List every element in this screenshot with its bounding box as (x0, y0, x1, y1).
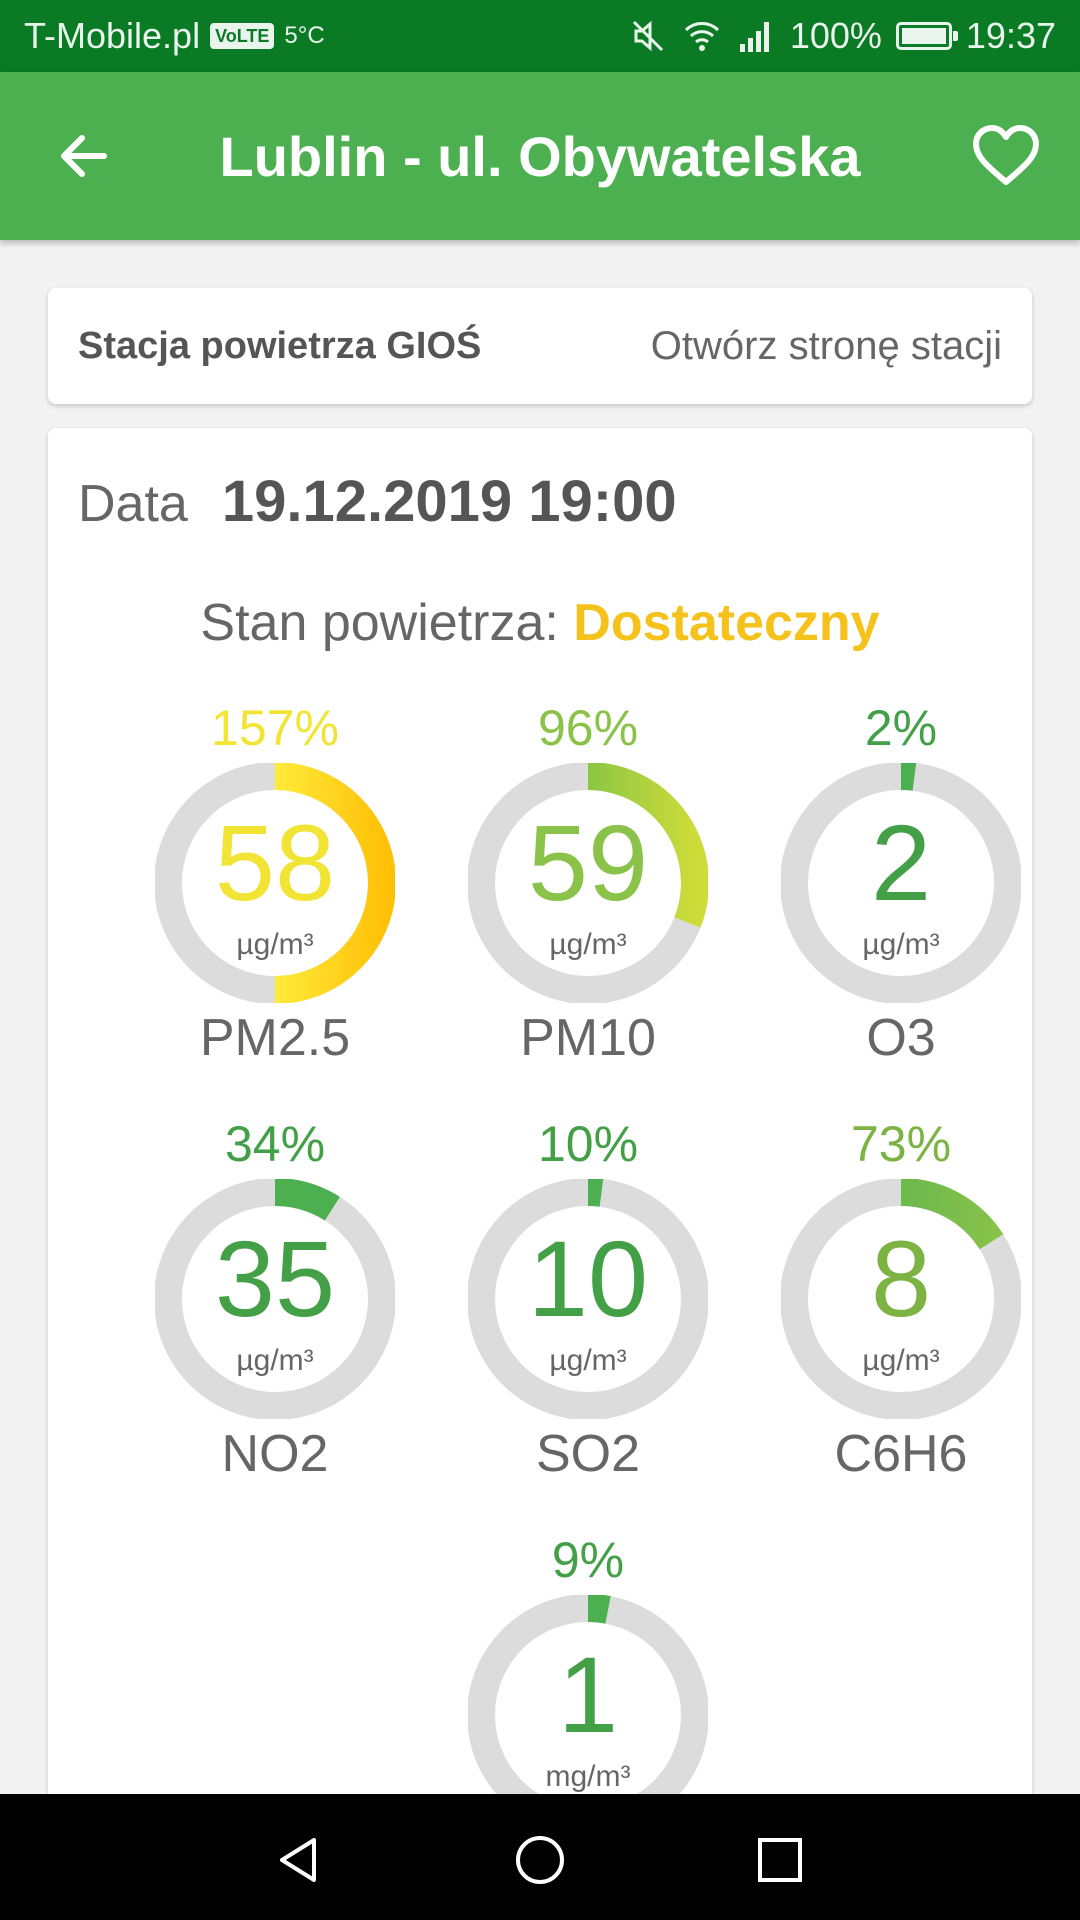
gauge-percent: 10% (537, 1116, 639, 1172)
battery-icon (895, 22, 958, 50)
triangle-back-icon[interactable] (270, 1832, 326, 1888)
gauge-unit: µg/m³ (862, 1344, 940, 1377)
wifi-icon (684, 22, 719, 51)
app-bar: Lublin - ul. Obywatelska (0, 72, 1080, 240)
square-recents-icon[interactable] (752, 1832, 808, 1888)
gauge-percent: 9% (551, 1532, 625, 1588)
gauge-unit: mg/m³ (545, 1760, 631, 1793)
gauge-value: 58 (214, 802, 336, 923)
gauge-label: C6H6 (834, 1425, 968, 1483)
gauge-percent: 73% (850, 1116, 952, 1172)
date-row: Data 19.12.2019 19:00 (78, 468, 677, 535)
gauge-percent: 34% (224, 1116, 326, 1172)
station-card: Stacja powietrza GIOŚ Otwórz stronę stac… (48, 288, 1032, 404)
signal-icon (739, 22, 769, 52)
measurements-card: Data 19.12.2019 19:00 Stan powietrza: Do… (48, 428, 1032, 1899)
gauge-percent: 2% (864, 700, 938, 756)
state-label: Stan powietrza: (200, 594, 574, 652)
arrow-left-icon[interactable] (52, 124, 116, 188)
circle-home-icon[interactable] (512, 1832, 568, 1888)
gauge-value: 59 (527, 802, 649, 923)
page-title: Lublin - ul. Obywatelska (219, 124, 861, 188)
gauge-value: 8 (870, 1218, 932, 1339)
gauge-so2: 10% 10 µg/m³ SO2 (458, 1114, 718, 1494)
gauge-unit: µg/m³ (236, 928, 314, 961)
gauge-unit: µg/m³ (236, 1344, 314, 1377)
gauge-label: NO2 (221, 1425, 329, 1483)
gauge-percent: 96% (537, 700, 639, 756)
gauge-pm10: 96% 59 µg/m³ PM10 (458, 698, 718, 1078)
mute-icon (632, 20, 663, 52)
gauge-o3: 2% 2 µg/m³ O3 (771, 698, 1031, 1078)
gauge-unit: µg/m³ (862, 928, 940, 961)
date-value: 19.12.2019 19:00 (221, 469, 677, 534)
gauge-value: 1 (557, 1634, 619, 1755)
gauge-percent: 157% (211, 700, 339, 756)
battery-percent: 100% (789, 15, 882, 56)
date-label: Data (78, 475, 188, 533)
gauge-label: PM10 (520, 1009, 656, 1067)
station-label: Stacja powietrza GIOŚ (78, 324, 482, 367)
gauge-value: 35 (214, 1218, 336, 1339)
gauge-no2: 34% 35 µg/m³ NO2 (145, 1114, 405, 1494)
gauge-label: PM2.5 (199, 1009, 351, 1067)
gauge-unit: µg/m³ (549, 1344, 627, 1377)
navigation-bar (0, 1794, 1080, 1920)
volte-badge: VoLTE (210, 23, 275, 49)
gauge-unit: µg/m³ (549, 928, 627, 961)
temperature: 5°C (284, 22, 325, 49)
state-value: Dostateczny (573, 594, 880, 652)
gauge-label: O3 (866, 1009, 936, 1067)
gauge-pm25: 157% 58 µg/m³ PM2.5 (145, 698, 405, 1078)
heart-outline-icon[interactable] (970, 120, 1042, 192)
gauge-value: 2 (870, 802, 932, 923)
status-bar: T-Mobile.pl VoLTE 5°C 100% 19:37 (0, 0, 1080, 72)
gauge-label: SO2 (535, 1425, 641, 1483)
gauge-c6h6: 73% 8 µg/m³ C6H6 (771, 1114, 1031, 1494)
gauge-value: 10 (527, 1218, 649, 1339)
air-quality-state: Stan powietrza: Dostateczny (48, 593, 1032, 653)
clock: 19:37 (965, 15, 1056, 56)
carrier-name: T-Mobile.pl (24, 15, 201, 56)
open-station-link[interactable]: Otwórz stronę stacji (651, 324, 1002, 369)
